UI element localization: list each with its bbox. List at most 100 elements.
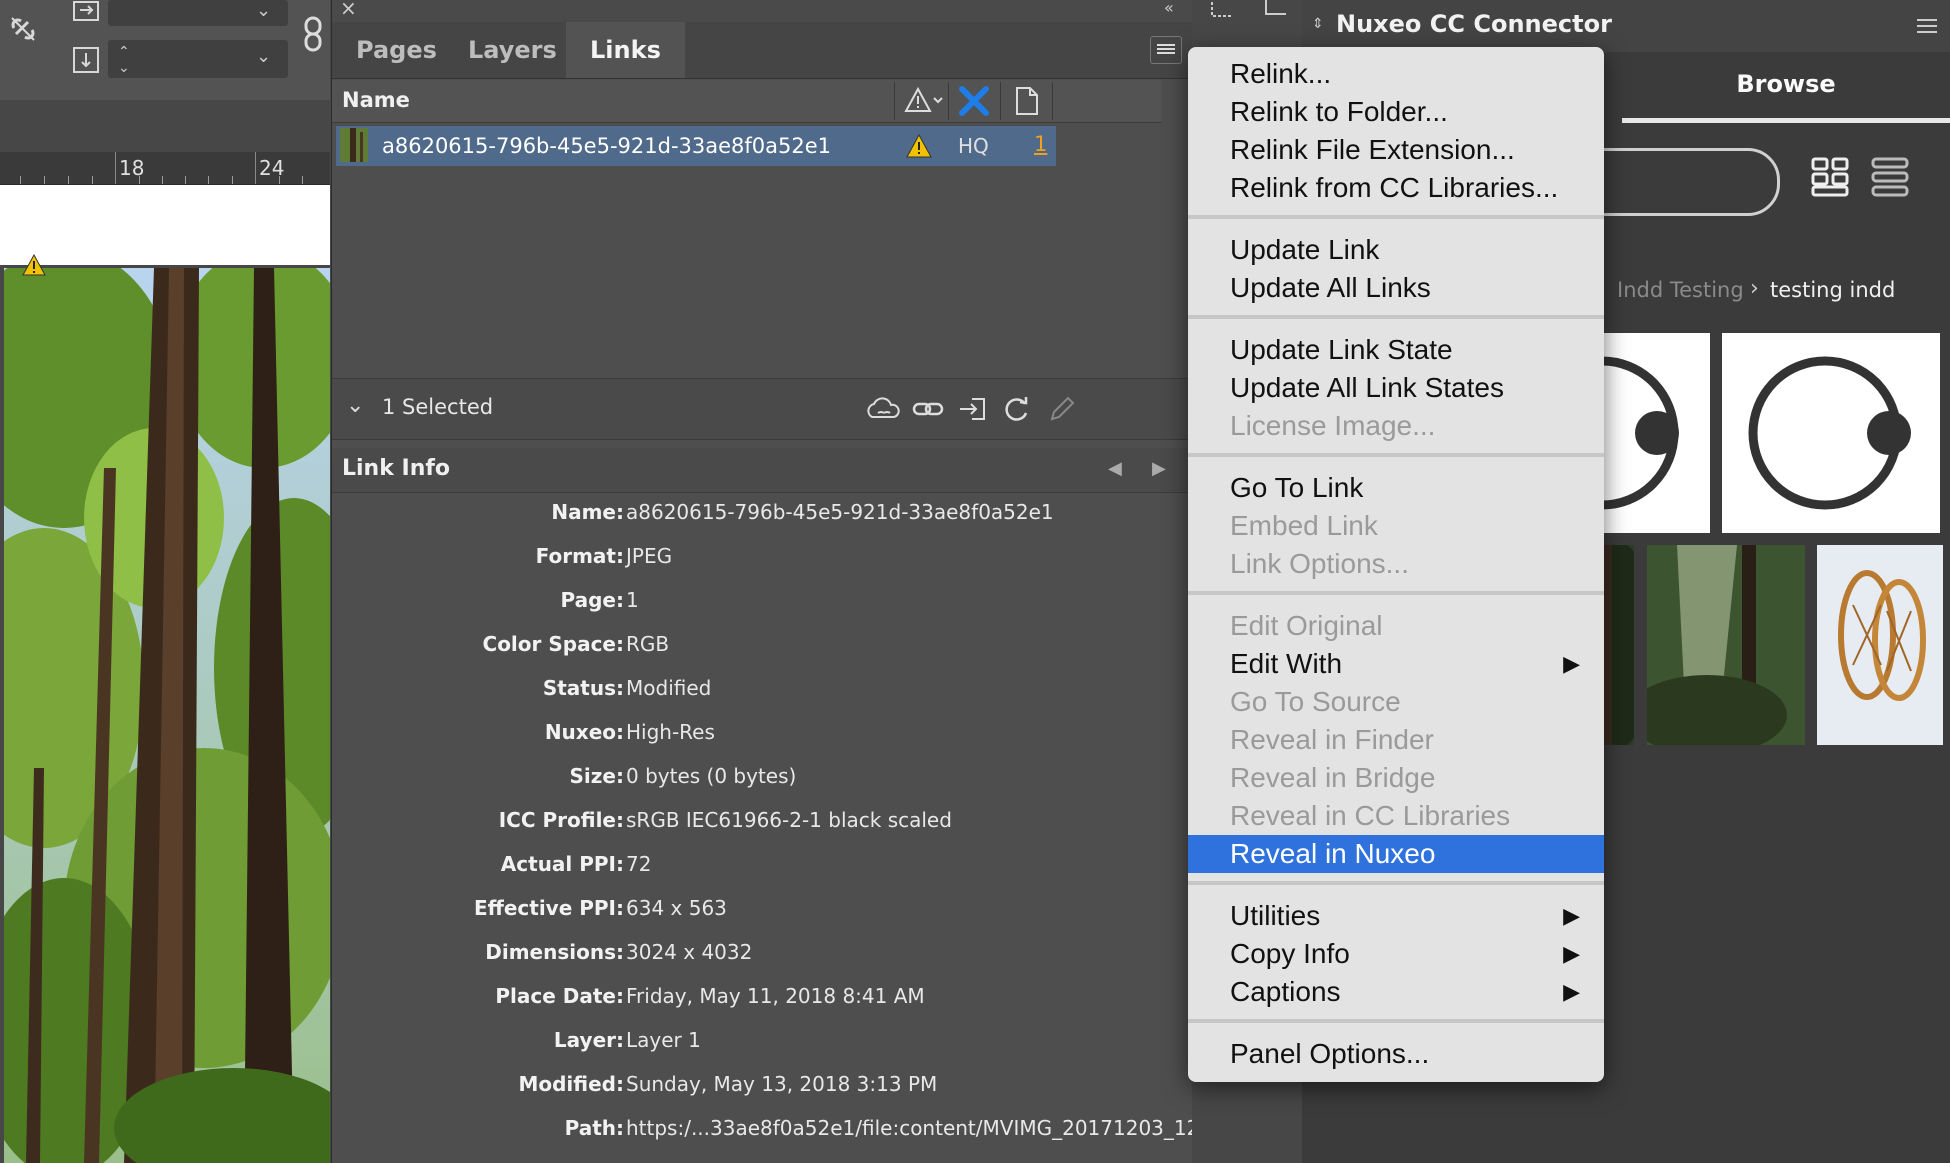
panel-menu-button[interactable] <box>1150 36 1182 64</box>
menu-item-utilities[interactable]: Utilities ▶ <box>1188 897 1604 935</box>
menu-item-label: Update All Links <box>1230 272 1431 303</box>
submenu-arrow-icon: ▶ <box>1563 903 1580 928</box>
text-wrap-right-icon[interactable] <box>72 0 102 28</box>
tab-links[interactable]: Links <box>566 22 685 78</box>
chain-link-icon[interactable] <box>300 14 328 58</box>
asset-thumbnail-image[interactable] <box>1647 545 1805 745</box>
tab-browse[interactable]: Browse <box>1622 70 1950 120</box>
menu-item-edit-with[interactable]: Edit With ▶ <box>1188 645 1604 683</box>
previous-link-icon[interactable]: ◀ <box>1108 458 1122 479</box>
menu-item-license-image: License Image... <box>1188 407 1604 445</box>
link-info-value: High-Res <box>626 720 715 744</box>
menu-item-copy-info[interactable]: Copy Info ▶ <box>1188 935 1604 973</box>
list-view-icon[interactable] <box>1870 156 1910 202</box>
status-column-icon[interactable] <box>904 86 944 120</box>
breadcrumb-item[interactable]: Indd Testing <box>1617 278 1744 302</box>
submenu-arrow-icon: ▶ <box>1563 651 1580 676</box>
panel-collapse-arrows-icon[interactable]: ⇕ <box>1312 16 1324 32</box>
link-info-label: Color Space: <box>482 632 624 656</box>
menu-item-label: Relink from CC Libraries... <box>1230 172 1559 203</box>
link-info-label: Effective PPI: <box>473 896 624 920</box>
grid-view-icon[interactable] <box>1810 156 1850 202</box>
link-info-value: 72 <box>626 852 652 876</box>
menu-item-label: Utilities <box>1230 900 1321 931</box>
menu-item-label: Link Options... <box>1230 548 1409 579</box>
link-page-number[interactable]: 1 <box>1034 132 1047 156</box>
cloud-relink-icon[interactable] <box>864 393 902 425</box>
document-page <box>0 185 330 265</box>
menu-item-update-all-link-states[interactable]: Update All Link States <box>1188 369 1604 407</box>
menu-item-reveal-in-cc-libraries: Reveal in CC Libraries <box>1188 797 1604 835</box>
link-info-value: Sunday, May 13, 2018 3:13 PM <box>626 1072 938 1096</box>
link-info-row: Page: 1 <box>332 588 1192 628</box>
menu-item-label: Copy Info <box>1230 938 1350 969</box>
menu-item-reveal-in-nuxeo[interactable]: Reveal in Nuxeo <box>1188 835 1604 873</box>
link-info-label: Format: <box>535 544 624 568</box>
selection-toolbar: ⌄ 1 Selected <box>332 378 1192 440</box>
table-row[interactable]: a8620615-796b-45e5-921d-33ae8f0a52e1 HQ … <box>336 126 1056 166</box>
placed-forest-image[interactable] <box>4 268 330 1163</box>
menu-item-relink-file-extension[interactable]: Relink File Extension... <box>1188 131 1604 169</box>
link-info-header: Link Info ◀ ▶ <box>332 448 1192 493</box>
relink-icon[interactable] <box>910 393 948 425</box>
link-info-row: Dimensions: 3024 x 4032 <box>332 940 1192 980</box>
menu-item-label: Update All Link States <box>1230 372 1504 403</box>
browse-tab-underline <box>1622 118 1950 123</box>
chevron-down-icon[interactable]: ⌄ <box>256 46 271 67</box>
link-info-value: Layer 1 <box>626 1028 701 1052</box>
unlink-icon[interactable] <box>8 14 38 48</box>
menu-item-panel-options[interactable]: Panel Options... <box>1188 1035 1604 1073</box>
menu-item-label: Reveal in Nuxeo <box>1230 838 1436 869</box>
link-info-value: 3024 x 4032 <box>626 940 753 964</box>
menu-item-label: Update Link State <box>1230 334 1453 365</box>
link-info-row: Name: a8620615-796b-45e5-921d-33ae8f0a52e… <box>332 500 1192 540</box>
edit-original-icon[interactable] <box>1044 393 1082 425</box>
menu-item-label: Edit Original <box>1230 610 1383 641</box>
tab-pages[interactable]: Pages <box>332 22 461 78</box>
hamburger-menu-icon[interactable] <box>1916 18 1938 34</box>
menu-separator <box>1188 881 1604 885</box>
link-info-row: Status: Modified <box>332 676 1192 716</box>
link-info-label: Place Date: <box>495 984 624 1008</box>
asset-thumbnail-image[interactable] <box>1817 545 1943 745</box>
stepper-up-icon[interactable]: ⌃ <box>118 44 130 60</box>
chevron-right-icon: › <box>1750 276 1759 301</box>
link-info-value: 1 <box>626 588 639 612</box>
menu-item-go-to-link[interactable]: Go To Link <box>1188 469 1604 507</box>
link-info-row: ICC Profile: sRGB IEC61966-2-1 black scal… <box>332 808 1192 848</box>
link-info-label: Dimensions: <box>485 940 624 964</box>
menu-item-relink-to-folder[interactable]: Relink to Folder... <box>1188 93 1604 131</box>
frame-corner-icon[interactable] <box>1264 0 1288 24</box>
document-control-bar: ⌃ ⌄ ⌄ ⌄ <box>0 0 330 100</box>
link-info-row: Actual PPI: 72 <box>332 852 1192 892</box>
links-context-menu: Relink... Relink to Folder... Relink File … <box>1188 47 1604 1082</box>
chevron-down-icon[interactable]: ⌄ <box>256 0 271 21</box>
chevron-down-icon[interactable]: ⌄ <box>346 393 364 418</box>
text-wrap-down-icon[interactable] <box>72 46 102 80</box>
page-column-icon[interactable] <box>1014 86 1040 120</box>
next-link-icon[interactable]: ▶ <box>1152 458 1166 479</box>
asset-thumbnail-logo[interactable] <box>1722 333 1940 533</box>
stepper-down-icon[interactable]: ⌄ <box>118 60 130 76</box>
menu-item-update-all-links[interactable]: Update All Links <box>1188 269 1604 307</box>
menu-item-relink-from-cc-libraries[interactable]: Relink from CC Libraries... <box>1188 169 1604 207</box>
menu-item-go-to-source: Go To Source <box>1188 683 1604 721</box>
breadcrumb-item[interactable]: testing indd <box>1770 278 1895 302</box>
menu-item-relink[interactable]: Relink... <box>1188 55 1604 93</box>
menu-item-captions[interactable]: Captions ▶ <box>1188 973 1604 1011</box>
transform-icon[interactable] <box>1210 0 1240 24</box>
column-header-name[interactable]: Name <box>342 88 410 112</box>
update-link-icon[interactable] <box>998 393 1036 425</box>
tab-layers[interactable]: Layers <box>444 22 581 78</box>
close-icon[interactable]: × <box>340 0 357 20</box>
nuxeo-x-icon[interactable] <box>958 86 990 120</box>
ruler-label-18: 18 <box>119 156 145 180</box>
go-to-link-icon[interactable] <box>954 393 992 425</box>
link-info-row: Path: https:/...33ae8f0a52e1/file:content… <box>332 1116 1288 1156</box>
menu-item-update-link-state[interactable]: Update Link State <box>1188 331 1604 369</box>
link-thumbnail <box>340 128 368 166</box>
menu-item-update-link[interactable]: Update Link <box>1188 231 1604 269</box>
collapse-panel-icon[interactable]: « <box>1164 0 1174 17</box>
link-info-value: https:/...33ae8f0a52e1/file:content/MVIM… <box>626 1116 1288 1140</box>
menu-separator <box>1188 315 1604 319</box>
